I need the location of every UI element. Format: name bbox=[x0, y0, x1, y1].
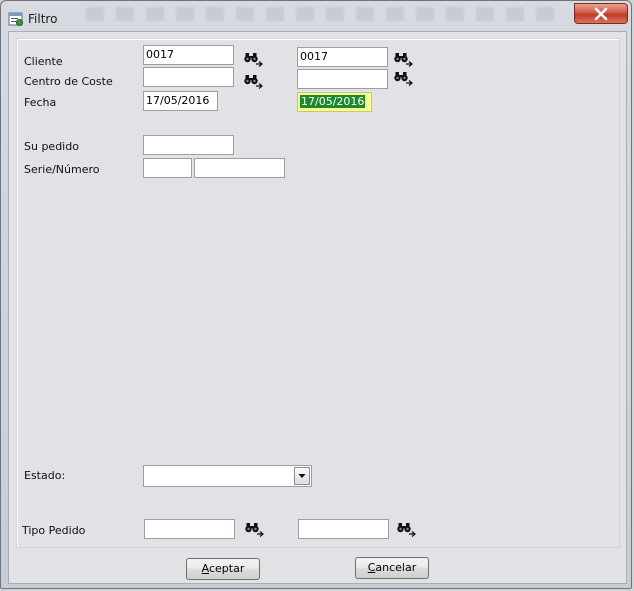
aceptar-button[interactable]: Aceptar bbox=[186, 558, 260, 580]
cancelar-label-rest: ancelar bbox=[375, 561, 417, 574]
centro-coste-from-input[interactable] bbox=[143, 67, 234, 87]
close-button[interactable] bbox=[574, 3, 628, 24]
filter-group-box: Cliente 0017 0017 Centro de Coste Fecha … bbox=[16, 38, 620, 548]
fecha-to-input[interactable]: 17/05/2016 bbox=[297, 92, 372, 112]
centro-coste-to-input[interactable] bbox=[297, 69, 388, 89]
fecha-to-selected-text: 17/05/2016 bbox=[300, 95, 366, 108]
centro-coste-to-lookup-icon[interactable] bbox=[393, 70, 413, 86]
chevron-down-icon bbox=[298, 474, 306, 478]
estado-label: Estado: bbox=[24, 469, 66, 482]
numero-input[interactable] bbox=[194, 158, 285, 178]
filter-dialog: Filtro Cliente 0017 0017 Centro de Coste… bbox=[0, 0, 632, 589]
cliente-to-input[interactable]: 0017 bbox=[297, 47, 388, 67]
tipo-pedido-to-input[interactable] bbox=[298, 519, 389, 539]
serie-input[interactable] bbox=[143, 158, 192, 178]
tipo-pedido-to-lookup-icon[interactable] bbox=[396, 521, 416, 537]
title-bar[interactable]: Filtro bbox=[1, 1, 631, 35]
aceptar-label-rest: ceptar bbox=[208, 562, 245, 575]
estado-select[interactable] bbox=[143, 465, 312, 487]
cliente-to-lookup-icon[interactable] bbox=[393, 51, 413, 67]
aceptar-accelerator: A bbox=[201, 562, 209, 575]
fecha-label: Fecha bbox=[24, 96, 57, 109]
centro-coste-label: Centro de Coste bbox=[24, 75, 113, 88]
blurred-background-toolbar bbox=[86, 7, 566, 21]
window-title: Filtro bbox=[28, 12, 58, 26]
tipo-pedido-from-input[interactable] bbox=[144, 519, 235, 539]
serie-numero-label: Serie/Número bbox=[24, 163, 100, 176]
estado-dropdown-button[interactable] bbox=[294, 467, 310, 485]
tipo-pedido-from-lookup-icon[interactable] bbox=[244, 521, 264, 537]
dialog-body: Cliente 0017 0017 Centro de Coste Fecha … bbox=[8, 31, 627, 584]
tipo-pedido-label: Tipo Pedido bbox=[22, 524, 86, 537]
close-icon bbox=[594, 7, 608, 21]
cliente-label: Cliente bbox=[24, 55, 63, 68]
su-pedido-input[interactable] bbox=[143, 135, 234, 155]
su-pedido-label: Su pedido bbox=[24, 140, 79, 153]
fecha-from-input[interactable]: 17/05/2016 bbox=[143, 91, 218, 111]
cancelar-button[interactable]: Cancelar bbox=[355, 557, 429, 579]
cliente-from-input[interactable]: 0017 bbox=[143, 45, 234, 65]
filter-window-icon bbox=[8, 12, 23, 26]
cliente-from-lookup-icon[interactable] bbox=[243, 51, 263, 67]
centro-coste-from-lookup-icon[interactable] bbox=[243, 73, 263, 89]
